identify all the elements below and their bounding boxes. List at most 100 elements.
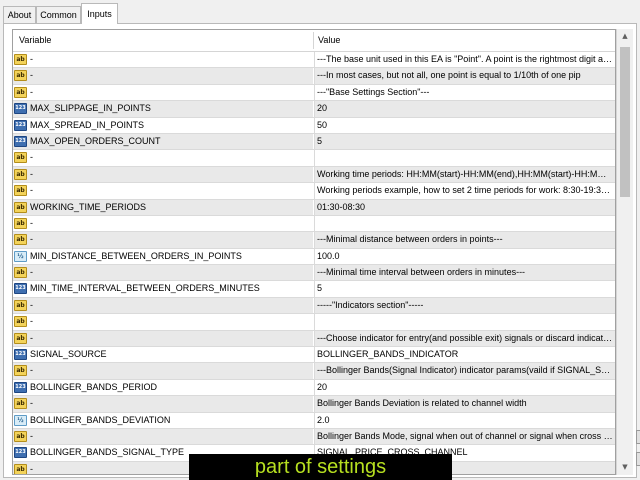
side-button[interactable] — [636, 430, 640, 444]
variable-name: - — [30, 398, 33, 409]
variable-cell: 123 MAX_SPREAD_IN_POINTS — [13, 118, 313, 133]
value-cell[interactable]: 5 — [314, 133, 615, 150]
variable-cell: ab - — [13, 68, 313, 84]
tab-inputs[interactable]: Inputs — [81, 3, 118, 24]
variable-name: MAX_OPEN_ORDERS_COUNT — [30, 135, 161, 146]
value-cell[interactable]: 50 — [314, 117, 615, 133]
value-cell[interactable]: Working time periods: HH:MM(start)-HH:MM… — [314, 166, 615, 183]
table-row[interactable]: 123 MIN_TIME_INTERVAL_BETWEEN_ORDERS_MINU… — [13, 281, 615, 298]
value-cell[interactable]: 100.0 — [314, 248, 615, 265]
caption-overlay: part of settings — [189, 454, 452, 480]
text-type-icon: ab — [14, 234, 27, 246]
table-row[interactable]: ab - Working periods example, how to set 2… — [13, 183, 615, 200]
text-type-icon: ab — [14, 152, 27, 164]
table-row[interactable]: ab - -----"Indicators section"----- — [13, 297, 615, 315]
table-row[interactable]: ab - ---Bollinger Bands(Signal Indicator) … — [13, 363, 615, 380]
variable-name: MIN_TIME_INTERVAL_BETWEEN_ORDERS_MINUTES — [30, 283, 260, 294]
value-cell[interactable]: -----"Indicators section"----- — [314, 297, 615, 314]
table-row[interactable]: 123 MAX_SPREAD_IN_POINTS 50 — [13, 117, 615, 134]
tab-common[interactable]: Common — [36, 6, 81, 23]
value-cell[interactable]: 01:30-08:30 — [314, 199, 615, 215]
variable-name: MAX_SLIPPAGE_IN_POINTS — [30, 103, 151, 114]
table-row[interactable]: ½ MIN_DISTANCE_BETWEEN_ORDERS_IN_POINTS 10… — [13, 248, 615, 266]
variable-cell: ab - — [13, 216, 313, 231]
value-cell[interactable]: ---In most cases, but not all, one point… — [314, 68, 615, 84]
value-cell[interactable]: ---Minimal time interval between orders … — [314, 265, 615, 281]
column-header-value[interactable]: Value — [318, 30, 340, 51]
value-cell[interactable]: ---The base unit used in this EA is "Poi… — [314, 52, 615, 68]
variable-cell: ab - — [13, 428, 313, 445]
scroll-thumb[interactable] — [620, 47, 630, 197]
value-text: Working time periods: HH:MM(start)-HH:MM… — [317, 168, 613, 179]
value-text: 01:30-08:30 — [317, 201, 366, 212]
value-text: ---Choose indicator for entry(and possib… — [317, 332, 613, 343]
variable-cell: ½ MIN_DISTANCE_BETWEEN_ORDERS_IN_POINTS — [13, 249, 313, 264]
value-cell[interactable]: ---Minimal distance between orders in po… — [314, 232, 615, 248]
table-row[interactable]: ab - ---In most cases, but not all, one po… — [13, 68, 615, 85]
integer-type-icon: 123 — [14, 135, 27, 147]
scroll-down-arrow-icon[interactable]: ▼ — [617, 460, 633, 475]
table-row[interactable]: ab - — [13, 314, 615, 331]
side-button[interactable] — [636, 452, 640, 466]
variable-cell: 123 SIGNAL_SOURCE — [13, 347, 313, 362]
table-row[interactable]: ab - ---Choose indicator for entry(and pos… — [13, 330, 615, 348]
value-cell[interactable]: 2.0 — [314, 412, 615, 428]
value-text: 20 — [317, 103, 328, 114]
variable-cell: ab - — [13, 265, 313, 281]
value-cell[interactable]: ---Bollinger Bands(Signal Indicator) ind… — [314, 363, 615, 379]
variable-name: - — [30, 463, 33, 474]
table-row[interactable]: ab - — [13, 150, 615, 167]
table-row[interactable]: ab WORKING_TIME_PERIODS 01:30-08:30 — [13, 199, 615, 216]
value-text: 2.0 — [317, 414, 330, 425]
value-cell[interactable]: ---"Base Settings Section"--- — [314, 84, 615, 101]
table-row[interactable]: ab - ---The base unit used in this EA is "… — [13, 52, 615, 69]
value-text: 5 — [317, 135, 323, 146]
integer-type-icon: 123 — [14, 283, 27, 295]
text-type-icon: ab — [14, 316, 27, 328]
table-row[interactable]: ½ BOLLINGER_BANDS_DEVIATION 2.0 — [13, 412, 615, 429]
table-row[interactable]: 123 BOLLINGER_BANDS_PERIOD 20 — [13, 379, 615, 397]
value-cell[interactable]: Working periods example, how to set 2 ti… — [314, 183, 615, 199]
table-row[interactable]: 123 MAX_OPEN_ORDERS_COUNT 5 — [13, 133, 615, 151]
text-type-icon: ab — [14, 430, 27, 442]
vertical-scrollbar[interactable]: ▲ ▼ — [616, 29, 633, 475]
value-cell[interactable]: Bollinger Bands Mode, signal when out of… — [314, 428, 615, 445]
table-row[interactable]: ab - Bollinger Bands Deviation is related … — [13, 396, 615, 413]
value-cell[interactable] — [314, 314, 615, 330]
text-type-icon: ab — [14, 201, 27, 213]
table-row[interactable]: ab - ---"Base Settings Section"--- — [13, 84, 615, 102]
value-text: Bollinger Bands Deviation is related to … — [317, 398, 527, 409]
value-cell[interactable]: 20 — [314, 379, 615, 396]
value-text: ---"Base Settings Section"--- — [317, 86, 430, 97]
text-type-icon: ab — [14, 185, 27, 197]
variable-name: WORKING_TIME_PERIODS — [30, 201, 147, 212]
variable-cell: ab - — [13, 232, 313, 248]
table-row[interactable]: 123 MAX_SLIPPAGE_IN_POINTS 20 — [13, 101, 615, 118]
scroll-up-arrow-icon[interactable]: ▲ — [617, 29, 633, 44]
value-cell[interactable]: 5 — [314, 281, 615, 297]
table-row[interactable]: ab - ---Minimal time interval between orde… — [13, 265, 615, 282]
column-divider[interactable] — [313, 32, 314, 49]
value-cell[interactable] — [314, 215, 615, 232]
table-row[interactable]: ab - ---Minimal distance between orders in… — [13, 232, 615, 249]
value-text: ---Minimal time interval between orders … — [317, 267, 526, 278]
variable-cell: ab - — [13, 297, 313, 314]
value-cell[interactable] — [314, 150, 615, 166]
table-row[interactable]: ab - Working time periods: HH:MM(start)-HH… — [13, 166, 615, 184]
variable-name: - — [30, 70, 33, 81]
inputs-panel: Variable Value ab - ---The base unit used … — [3, 23, 637, 478]
value-cell[interactable]: Bollinger Bands Deviation is related to … — [314, 396, 615, 412]
table-row[interactable]: ab - — [13, 215, 615, 233]
value-cell[interactable]: 20 — [314, 101, 615, 117]
table-row[interactable]: 123 SIGNAL_SOURCE BOLLINGER_BANDS_INDICATO… — [13, 347, 615, 364]
table-row[interactable]: ab - Bollinger Bands Mode, signal when out… — [13, 428, 615, 446]
column-header-variable[interactable]: Variable — [19, 30, 51, 51]
variable-name: - — [30, 299, 33, 310]
variable-name: - — [30, 365, 33, 376]
variable-name: BOLLINGER_BANDS_PERIOD — [30, 381, 158, 392]
value-text: ---The base unit used in this EA is "Poi… — [317, 54, 613, 64]
inputs-table: Variable Value ab - ---The base unit used … — [12, 29, 616, 475]
value-cell[interactable]: BOLLINGER_BANDS_INDICATOR — [314, 347, 615, 363]
value-cell[interactable]: ---Choose indicator for entry(and possib… — [314, 330, 615, 347]
tab-about[interactable]: About — [3, 6, 36, 23]
